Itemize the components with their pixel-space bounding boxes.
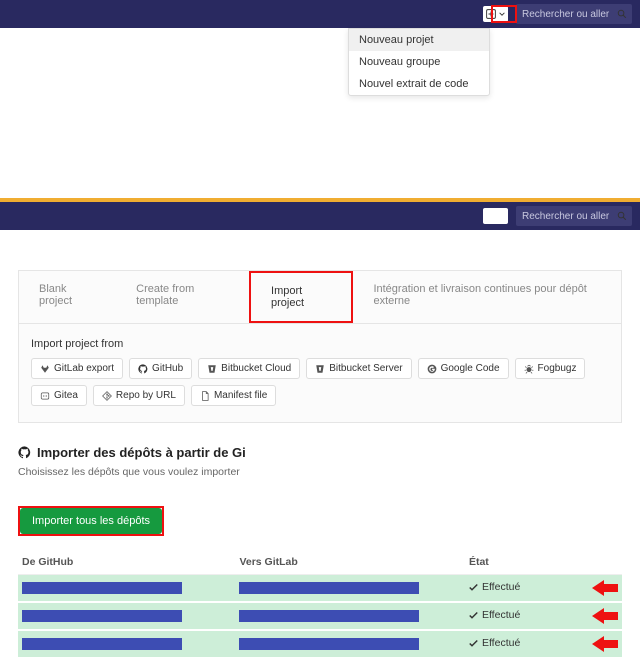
source-bitbucket-cloud[interactable]: Bitbucket Cloud bbox=[198, 358, 300, 379]
source-label: Gitea bbox=[54, 390, 78, 401]
arrow-annotation bbox=[592, 636, 618, 652]
source-gitea[interactable]: Gitea bbox=[31, 385, 87, 406]
file-icon bbox=[200, 391, 210, 401]
new-menu-button-2[interactable] bbox=[483, 208, 508, 224]
plus-icon bbox=[486, 9, 496, 19]
source-bitbucket-server[interactable]: Bitbucket Server bbox=[306, 358, 411, 379]
git-icon bbox=[102, 391, 112, 401]
import-github-title-text: Importer des dépôts à partir de Gi bbox=[37, 445, 246, 460]
repo-to-placeholder bbox=[239, 638, 419, 650]
check-icon bbox=[469, 639, 478, 648]
tab-template[interactable]: Create from template bbox=[116, 271, 249, 323]
status-done: Effectué bbox=[469, 637, 520, 649]
import-github-subtitle: Choisissez les dépôts que vous voulez im… bbox=[18, 466, 622, 478]
repo-from-placeholder bbox=[22, 638, 182, 650]
github-icon bbox=[138, 364, 148, 374]
search-icon bbox=[617, 211, 627, 221]
chevron-down-icon bbox=[499, 213, 505, 219]
col-to: Vers GitLab bbox=[235, 550, 465, 575]
source-label: GitHub bbox=[152, 363, 183, 374]
new-menu-button[interactable] bbox=[483, 6, 508, 22]
import-sources: GitLab export GitHub Bitbucket Cloud Bit… bbox=[31, 358, 609, 406]
source-label: Repo by URL bbox=[116, 390, 176, 401]
search-input-2[interactable] bbox=[516, 206, 632, 226]
bitbucket-icon bbox=[315, 364, 325, 374]
chevron-down-icon bbox=[499, 11, 505, 17]
menu-item-new-snippet[interactable]: Nouvel extrait de code bbox=[349, 73, 489, 95]
status-done: Effectué bbox=[469, 581, 520, 593]
topbar bbox=[0, 0, 640, 28]
github-icon bbox=[18, 446, 31, 459]
table-row: Effectué bbox=[18, 602, 622, 630]
repo-to-placeholder bbox=[239, 610, 419, 622]
search-wrap-2 bbox=[516, 206, 632, 226]
search-icon bbox=[617, 9, 627, 19]
search-input[interactable] bbox=[516, 4, 632, 24]
source-label: Google Code bbox=[441, 363, 500, 374]
source-github[interactable]: GitHub bbox=[129, 358, 192, 379]
import-github-title: Importer des dépôts à partir de Gi bbox=[18, 445, 622, 460]
status-done: Effectué bbox=[469, 609, 520, 621]
source-repo-url[interactable]: Repo by URL bbox=[93, 385, 185, 406]
import-github-section: Importer des dépôts à partir de Gi Chois… bbox=[18, 445, 622, 657]
repo-from-placeholder bbox=[22, 610, 182, 622]
menu-item-new-project[interactable]: Nouveau projet bbox=[349, 29, 489, 51]
repos-table: De GitHub Vers GitLab État Effectué Effe… bbox=[18, 550, 622, 657]
source-label: Bitbucket Cloud bbox=[221, 363, 291, 374]
source-label: Manifest file bbox=[214, 390, 267, 401]
col-from: De GitHub bbox=[18, 550, 235, 575]
tab-cicd[interactable]: Intégration et livraison continues pour … bbox=[353, 271, 621, 323]
source-google-code[interactable]: Google Code bbox=[418, 358, 509, 379]
col-state: État bbox=[465, 550, 562, 575]
gitlab-icon bbox=[40, 364, 50, 374]
highlight-import-all: Importer tous les dépôts bbox=[18, 506, 164, 536]
plus-icon bbox=[486, 211, 496, 221]
menu-item-new-group[interactable]: Nouveau groupe bbox=[349, 51, 489, 73]
repo-from-placeholder bbox=[22, 582, 182, 594]
bug-icon bbox=[524, 364, 534, 374]
arrow-annotation bbox=[592, 608, 618, 624]
search-wrap bbox=[516, 4, 632, 24]
source-fogbugz[interactable]: Fogbugz bbox=[515, 358, 586, 379]
tab-blank[interactable]: Blank project bbox=[19, 271, 116, 323]
gitea-icon bbox=[40, 391, 50, 401]
source-label: Fogbugz bbox=[538, 363, 577, 374]
tabs: Blank project Create from template Impor… bbox=[19, 271, 621, 324]
topbar-2 bbox=[0, 202, 640, 230]
check-icon bbox=[469, 611, 478, 620]
tab-import[interactable]: Import project bbox=[249, 271, 353, 323]
source-manifest[interactable]: Manifest file bbox=[191, 385, 276, 406]
table-row: Effectué bbox=[18, 630, 622, 657]
source-gitlab-export[interactable]: GitLab export bbox=[31, 358, 123, 379]
import-from-title: Import project from bbox=[31, 338, 609, 350]
import-all-button[interactable]: Importer tous les dépôts bbox=[20, 508, 162, 534]
google-icon bbox=[427, 364, 437, 374]
bitbucket-icon bbox=[207, 364, 217, 374]
source-label: Bitbucket Server bbox=[329, 363, 402, 374]
new-menu-dropdown: Nouveau projet Nouveau groupe Nouvel ext… bbox=[348, 28, 490, 96]
create-project-panel: Blank project Create from template Impor… bbox=[18, 270, 622, 423]
source-label: GitLab export bbox=[54, 363, 114, 374]
repo-to-placeholder bbox=[239, 582, 419, 594]
check-icon bbox=[469, 583, 478, 592]
arrow-annotation bbox=[592, 580, 618, 596]
